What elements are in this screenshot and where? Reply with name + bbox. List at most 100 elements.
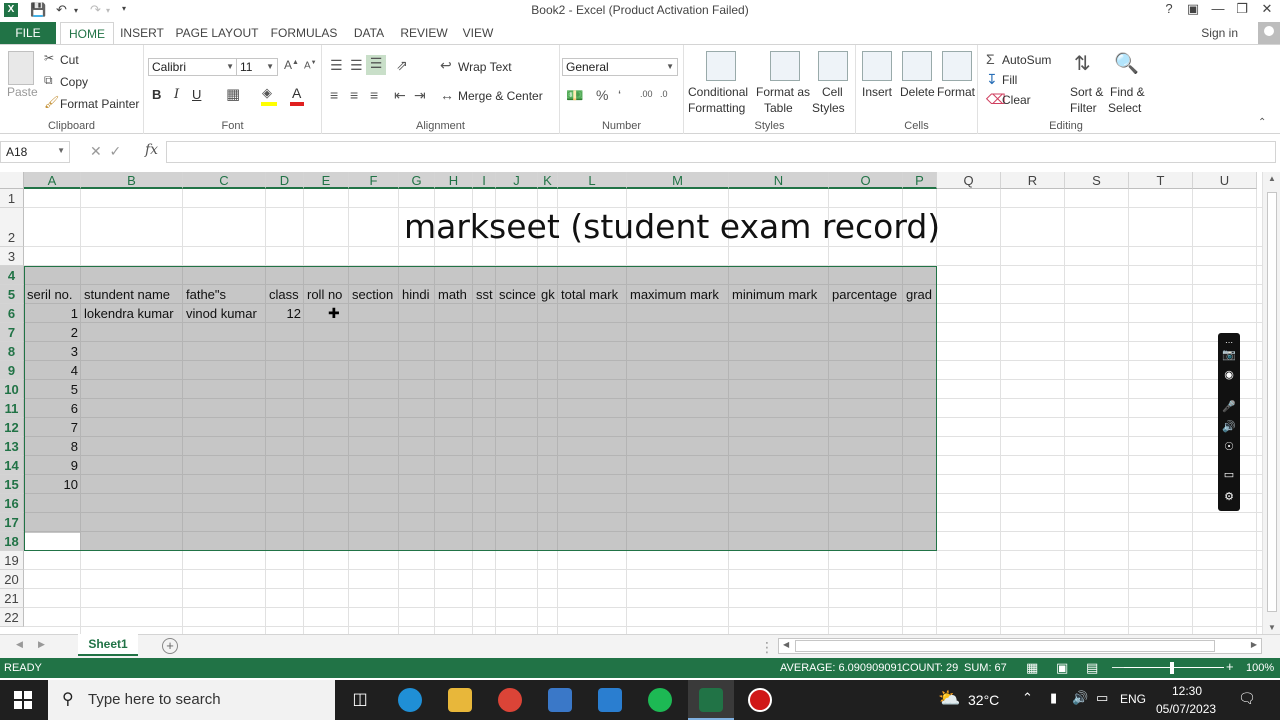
avatar[interactable] xyxy=(1258,22,1280,44)
row-header-14[interactable]: 14 xyxy=(0,456,24,475)
excel-taskbar-button[interactable] xyxy=(688,680,734,720)
serial-cell[interactable]: 9 xyxy=(27,458,78,473)
clear-button[interactable]: Clear xyxy=(1002,93,1031,107)
tab-formulas[interactable]: FORMULAS xyxy=(266,22,342,44)
zoom-level[interactable]: 100% xyxy=(1246,662,1274,674)
column-header-d[interactable]: D xyxy=(266,172,304,189)
find-label[interactable]: Find & xyxy=(1110,85,1145,99)
cell-styles-icon[interactable] xyxy=(818,51,848,81)
increase-font-icon[interactable]: A▲ xyxy=(284,58,299,72)
underline-icon[interactable]: U xyxy=(192,87,201,102)
column-header-r[interactable]: R xyxy=(1001,172,1065,189)
align-middle-icon[interactable]: ☰ xyxy=(350,57,363,74)
serial-cell[interactable]: 5 xyxy=(27,382,78,397)
task-view-icon[interactable]: ◫ xyxy=(348,688,372,712)
merge-center-icon[interactable]: ↔ xyxy=(440,87,454,103)
page-layout-view-icon[interactable]: ▣ xyxy=(1056,660,1068,676)
row-header-6[interactable]: 6 xyxy=(0,304,24,323)
percent-icon[interactable]: % xyxy=(596,87,608,103)
insert-cells-icon[interactable] xyxy=(862,51,892,81)
taskbar-search-box[interactable]: ⚲ Type here to search xyxy=(48,680,335,720)
collapse-ribbon-icon[interactable]: ⌃ xyxy=(1258,117,1266,128)
copy-button[interactable]: Copy xyxy=(60,75,88,89)
column-header-e[interactable]: E xyxy=(304,172,349,189)
close-icon[interactable]: ✕ xyxy=(1256,1,1278,19)
cut-button[interactable]: Cut xyxy=(60,53,79,67)
worksheet-grid[interactable]: ABCDEFGHIJKLMNOPQRSTU 1 2 3 4 5 6 7 8 9 10 11 12 13 1… xyxy=(0,172,1262,634)
column-header-o[interactable]: O xyxy=(829,172,903,189)
next-sheet-icon[interactable]: ▶ xyxy=(38,639,45,650)
header-cell[interactable]: minimum mark xyxy=(732,287,832,302)
column-header-i[interactable]: I xyxy=(473,172,496,189)
h-scroll-thumb[interactable] xyxy=(795,640,1215,652)
scroll-right-icon[interactable]: ▶ xyxy=(1251,640,1257,649)
delete-button[interactable]: Delete xyxy=(900,85,935,99)
fill-icon[interactable]: ↧ xyxy=(986,71,998,88)
active-cell[interactable] xyxy=(25,533,80,550)
camera-icon[interactable]: 📷 xyxy=(1222,349,1236,361)
decrease-font-icon[interactable]: A▼ xyxy=(304,60,317,71)
align-left-icon[interactable]: ≡ xyxy=(330,87,338,103)
orientation-icon[interactable]: ⇗ xyxy=(396,57,408,74)
conditional-formatting-button[interactable]: Formatting xyxy=(688,101,745,115)
row-header-20[interactable]: 20 xyxy=(0,570,24,589)
student-name-cell[interactable]: lokendra kumar xyxy=(84,306,186,321)
column-header-s[interactable]: S xyxy=(1065,172,1129,189)
row-header-13[interactable]: 13 xyxy=(0,437,24,456)
windows-start-icon[interactable] xyxy=(14,691,32,709)
header-cell[interactable]: roll no xyxy=(307,287,352,302)
zoom-slider-thumb[interactable] xyxy=(1170,662,1174,674)
serial-cell[interactable]: 4 xyxy=(27,363,78,378)
scroll-up-icon[interactable]: ▲ xyxy=(1268,174,1276,183)
recorder-menu-icon[interactable]: ⋯ xyxy=(1222,337,1236,349)
italic-icon[interactable]: I xyxy=(174,87,179,102)
sign-in-link[interactable]: Sign in xyxy=(1201,26,1238,40)
header-cell[interactable]: grad xyxy=(906,287,940,302)
number-format-select[interactable]: General ▼ xyxy=(562,58,678,76)
column-header-n[interactable]: N xyxy=(729,172,829,189)
format-painter-button[interactable]: Format Painter xyxy=(60,97,139,111)
header-cell[interactable]: stundent name xyxy=(84,287,186,302)
insert-button[interactable]: Insert xyxy=(862,85,892,99)
header-cell[interactable]: section xyxy=(352,287,402,302)
find-select-button[interactable]: Select xyxy=(1108,101,1141,115)
decrease-decimal-icon[interactable]: .0 xyxy=(660,89,668,99)
tab-page-layout[interactable]: PAGE LAYOUT xyxy=(172,22,262,44)
serial-cell[interactable]: 3 xyxy=(27,344,78,359)
header-cell[interactable]: maximum mark xyxy=(630,287,732,302)
scroll-thumb[interactable] xyxy=(1267,192,1277,612)
conditional-label[interactable]: Conditional xyxy=(688,85,748,99)
borders-icon[interactable]: ▦ xyxy=(226,85,240,103)
format-cells-icon[interactable] xyxy=(942,51,972,81)
store-icon[interactable] xyxy=(548,688,572,712)
row-header-5[interactable]: 5 xyxy=(0,285,24,304)
webcam-icon[interactable]: ☉ xyxy=(1222,441,1236,453)
header-cell[interactable]: parcentage xyxy=(832,287,906,302)
column-header-l[interactable]: L xyxy=(558,172,627,189)
header-cell[interactable]: fathe"s xyxy=(186,287,269,302)
format-as-table-icon[interactable] xyxy=(770,51,800,81)
clock-date[interactable]: 05/07/2023 xyxy=(1156,702,1216,716)
row-header-7[interactable]: 7 xyxy=(0,323,24,342)
header-cell[interactable]: gk xyxy=(541,287,561,302)
speaker-icon[interactable]: 🔊 xyxy=(1222,421,1236,433)
header-cell[interactable]: total mark xyxy=(561,287,630,302)
column-header-u[interactable]: U xyxy=(1193,172,1257,189)
comma-style-icon[interactable]: ‘ xyxy=(618,87,621,103)
serial-cell[interactable]: 8 xyxy=(27,439,78,454)
settings-gear-icon[interactable]: ⚙ xyxy=(1222,491,1236,503)
usb-icon[interactable]: ▮ xyxy=(1050,690,1057,706)
scroll-left-icon[interactable]: ◀ xyxy=(783,640,789,649)
father-name-cell[interactable]: vinod kumar xyxy=(186,306,269,321)
row-header-8[interactable]: 8 xyxy=(0,342,24,361)
copy-icon[interactable]: ⧉ xyxy=(44,73,53,88)
tab-data[interactable]: DATA xyxy=(346,22,392,44)
tab-view[interactable]: VIEW xyxy=(456,22,500,44)
microphone-icon[interactable]: 🎤 xyxy=(1222,401,1236,413)
row-header-10[interactable]: 10 xyxy=(0,380,24,399)
prev-sheet-icon[interactable]: ◀ xyxy=(16,639,23,650)
row-header-22[interactable]: 22 xyxy=(0,608,24,627)
cell-label[interactable]: Cell xyxy=(822,85,843,99)
row-header-17[interactable]: 17 xyxy=(0,513,24,532)
serial-cell[interactable]: 1 xyxy=(27,306,78,321)
